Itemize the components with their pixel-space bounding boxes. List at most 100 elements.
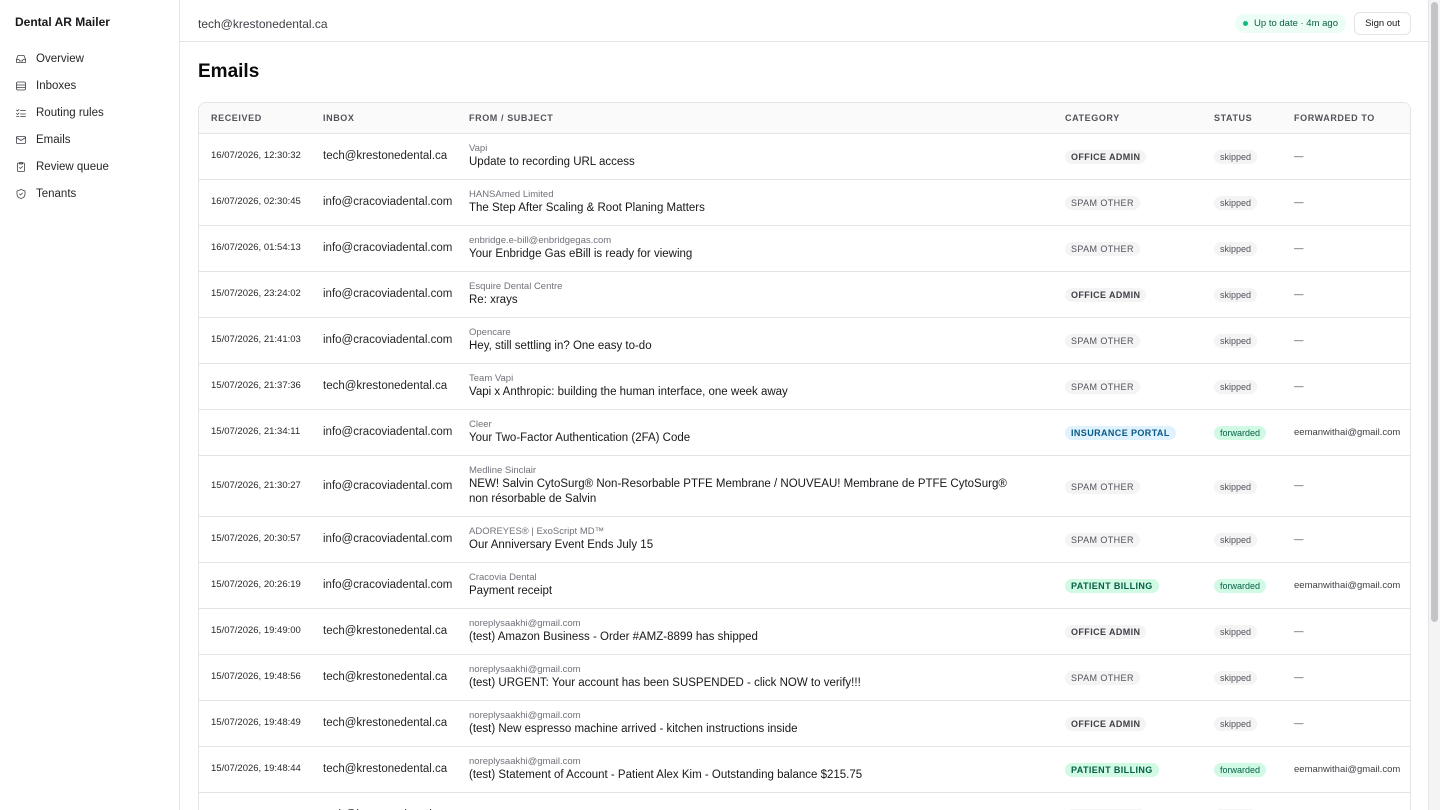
status-badge: forwarded	[1214, 426, 1267, 440]
sidebar-item-tenants[interactable]: Tenants	[0, 180, 179, 207]
sidebar-item-review-queue[interactable]: Review queue	[0, 153, 179, 180]
table-row[interactable]: 15/07/2026,tech@krestonedental.canoreply…	[199, 792, 1410, 810]
received-cell: 15/07/2026, 20:26:19	[199, 562, 311, 608]
inbox-cell: info@cracoviadental.com	[323, 479, 453, 492]
page-scrollbar[interactable]	[1428, 0, 1440, 810]
inbox-cell: info@cracoviadental.com	[323, 242, 453, 254]
received-timestamp: 15/07/2026, 19:49:00	[211, 625, 301, 636]
email-subject[interactable]: (test) Amazon Business - Order #AMZ-8899…	[469, 630, 1053, 645]
category-cell: OFFICE ADMIN	[1053, 792, 1202, 810]
email-sender: ADOREYES® | ExoScript MD™	[469, 525, 605, 537]
sidebar-item-emails[interactable]: Emails	[0, 126, 179, 153]
table-row[interactable]: 16/07/2026, 02:30:45 info@cracoviadental.…	[199, 179, 1410, 225]
email-subject[interactable]: (test) Statement of Account - Patient Al…	[469, 768, 1053, 783]
category-badge: SPAM OTHER	[1065, 533, 1140, 547]
table-row[interactable]: 16/07/2026, 01:54:13 info@cracoviadental.…	[199, 225, 1410, 271]
sidebar-item-label: Routing rules	[36, 106, 104, 119]
forwarded-to-cell: —	[1294, 242, 1304, 254]
received-cell: 16/07/2026, 02:30:45	[199, 179, 311, 225]
email-subject[interactable]: Your Enbridge Gas eBill is ready for vie…	[469, 247, 1053, 262]
email-subject[interactable]: (test) New espresso machine arrived - ki…	[469, 722, 1053, 737]
forwarded-to-cell: —	[1294, 150, 1304, 162]
received-timestamp: 15/07/2026, 19:48:44	[211, 763, 301, 774]
status-cell: skipped	[1202, 608, 1282, 654]
received-cell: 16/07/2026, 12:30:32	[199, 133, 311, 179]
sign-out-button[interactable]: Sign out	[1354, 12, 1411, 35]
table-row[interactable]: 16/07/2026, 12:30:32 tech@krestonedental.…	[199, 133, 1410, 179]
sidebar-item-label: Inboxes	[36, 79, 77, 92]
table-row[interactable]: 15/07/2026, 21:37:36 tech@krestonedental.…	[199, 363, 1410, 409]
column-header-category[interactable]: CATEGORY	[1053, 103, 1202, 133]
status-badge: skipped	[1214, 671, 1258, 685]
forwarded-to-cell: —	[1294, 625, 1304, 637]
category-cell: SPAM OTHER	[1053, 179, 1202, 225]
status-cell: skipped	[1202, 179, 1282, 225]
table-row[interactable]: 15/07/2026, 23:24:02 info@cracoviadental.…	[199, 271, 1410, 317]
email-sender: noreplysaakhi@gmail.com	[469, 617, 581, 629]
category-cell: SPAM OTHER	[1053, 654, 1202, 700]
column-header-forwarded-to[interactable]: FORWARDED TO	[1282, 103, 1410, 133]
received-cell: 15/07/2026,	[199, 792, 311, 810]
inbox-cell: info@cracoviadental.com	[323, 579, 453, 591]
category-badge: SPAM OTHER	[1065, 242, 1140, 256]
table-row[interactable]: 15/07/2026, 21:30:27 info@cracoviadental.…	[199, 455, 1410, 516]
received-timestamp: 15/07/2026, 23:24:02	[211, 288, 301, 299]
from-subject-cell: enbridge.e-bill@enbridgegas.com Your Enbr…	[457, 225, 1053, 271]
received-cell: 15/07/2026, 19:48:44	[199, 746, 311, 792]
page-title: Emails	[198, 61, 260, 82]
forwarded-to-cell: —	[1294, 334, 1304, 346]
category-badge: OFFICE ADMIN	[1065, 288, 1147, 302]
status-cell: skipped	[1202, 133, 1282, 179]
scrollbar-thumb[interactable]	[1431, 2, 1438, 622]
category-cell: SPAM OTHER	[1053, 516, 1202, 562]
table-row[interactable]: 15/07/2026, 19:48:44 tech@krestonedental.…	[199, 746, 1410, 792]
received-timestamp: 15/07/2026, 20:26:19	[211, 579, 301, 590]
received-cell: 16/07/2026, 01:54:13	[199, 225, 311, 271]
email-subject[interactable]: Update to recording URL access	[469, 155, 1053, 170]
email-sender: noreplysaakhi@gmail.com	[469, 755, 581, 767]
category-badge: OFFICE ADMIN	[1065, 625, 1147, 639]
email-subject[interactable]: Vapi x Anthropic: building the human int…	[469, 385, 1053, 400]
category-badge: SPAM OTHER	[1065, 671, 1140, 685]
column-header-from-subject[interactable]: FROM / SUBJECT	[457, 103, 1053, 133]
category-cell: OFFICE ADMIN	[1053, 271, 1202, 317]
inbox-cell: info@cracoviadental.com	[323, 196, 453, 208]
column-header-inbox[interactable]: INBOX	[311, 103, 457, 133]
email-subject[interactable]: Payment receipt	[469, 584, 1053, 599]
inbox-cell: tech@krestonedental.ca	[323, 380, 448, 392]
sidebar-item-inboxes[interactable]: Inboxes	[0, 72, 179, 99]
sync-status-badge: Up to date · 4m ago	[1235, 14, 1346, 33]
email-sender: Esquire Dental Centre	[469, 280, 563, 292]
column-header-status[interactable]: STATUS	[1202, 103, 1282, 133]
category-badge: SPAM OTHER	[1065, 334, 1140, 348]
column-header-received[interactable]: RECEIVED	[199, 103, 311, 133]
category-cell: SPAM OTHER	[1053, 363, 1202, 409]
status-cell: skipped	[1202, 516, 1282, 562]
email-subject[interactable]: NEW! Salvin CytoSurg® Non-Resorbable PTF…	[469, 477, 1053, 507]
email-subject[interactable]: Our Anniversary Event Ends July 15	[469, 538, 1053, 553]
received-cell: 15/07/2026, 19:48:56	[199, 654, 311, 700]
inbox-cell: tech@krestonedental.ca	[323, 625, 448, 637]
status-badge: skipped	[1214, 625, 1258, 639]
sidebar-item-routing-rules[interactable]: Routing rules	[0, 99, 179, 126]
email-subject[interactable]: Your Two-Factor Authentication (2FA) Cod…	[469, 431, 1053, 446]
status-badge: skipped	[1214, 380, 1258, 394]
email-sender: noreplysaakhi@gmail.com	[469, 709, 581, 721]
table-row[interactable]: 15/07/2026, 21:41:03 info@cracoviadental.…	[199, 317, 1410, 363]
category-badge: SPAM OTHER	[1065, 380, 1140, 394]
table-row[interactable]: 15/07/2026, 21:34:11 info@cracoviadental.…	[199, 409, 1410, 455]
email-subject[interactable]: Re: xrays	[469, 293, 1053, 308]
email-sender: Cleer	[469, 418, 492, 430]
table-row[interactable]: 15/07/2026, 20:26:19 info@cracoviadental.…	[199, 562, 1410, 608]
table-row[interactable]: 15/07/2026, 19:48:49 tech@krestonedental.…	[199, 700, 1410, 746]
received-timestamp: 15/07/2026, 19:48:49	[211, 717, 301, 728]
email-subject[interactable]: (test) URGENT: Your account has been SUS…	[469, 676, 1053, 691]
table-row[interactable]: 15/07/2026, 19:48:56 tech@krestonedental.…	[199, 654, 1410, 700]
status-badge: skipped	[1214, 479, 1258, 494]
email-subject[interactable]: The Step After Scaling & Root Planing Ma…	[469, 201, 1053, 216]
table-row[interactable]: 15/07/2026, 19:49:00 tech@krestonedental.…	[199, 608, 1410, 654]
table-row[interactable]: 15/07/2026, 20:30:57 info@cracoviadental.…	[199, 516, 1410, 562]
sidebar-item-overview[interactable]: Overview	[0, 45, 179, 72]
table-header-row: RECEIVED INBOX FROM / SUBJECT CATEGORY S…	[199, 103, 1410, 133]
email-subject[interactable]: Hey, still settling in? One easy to-do	[469, 339, 1053, 354]
